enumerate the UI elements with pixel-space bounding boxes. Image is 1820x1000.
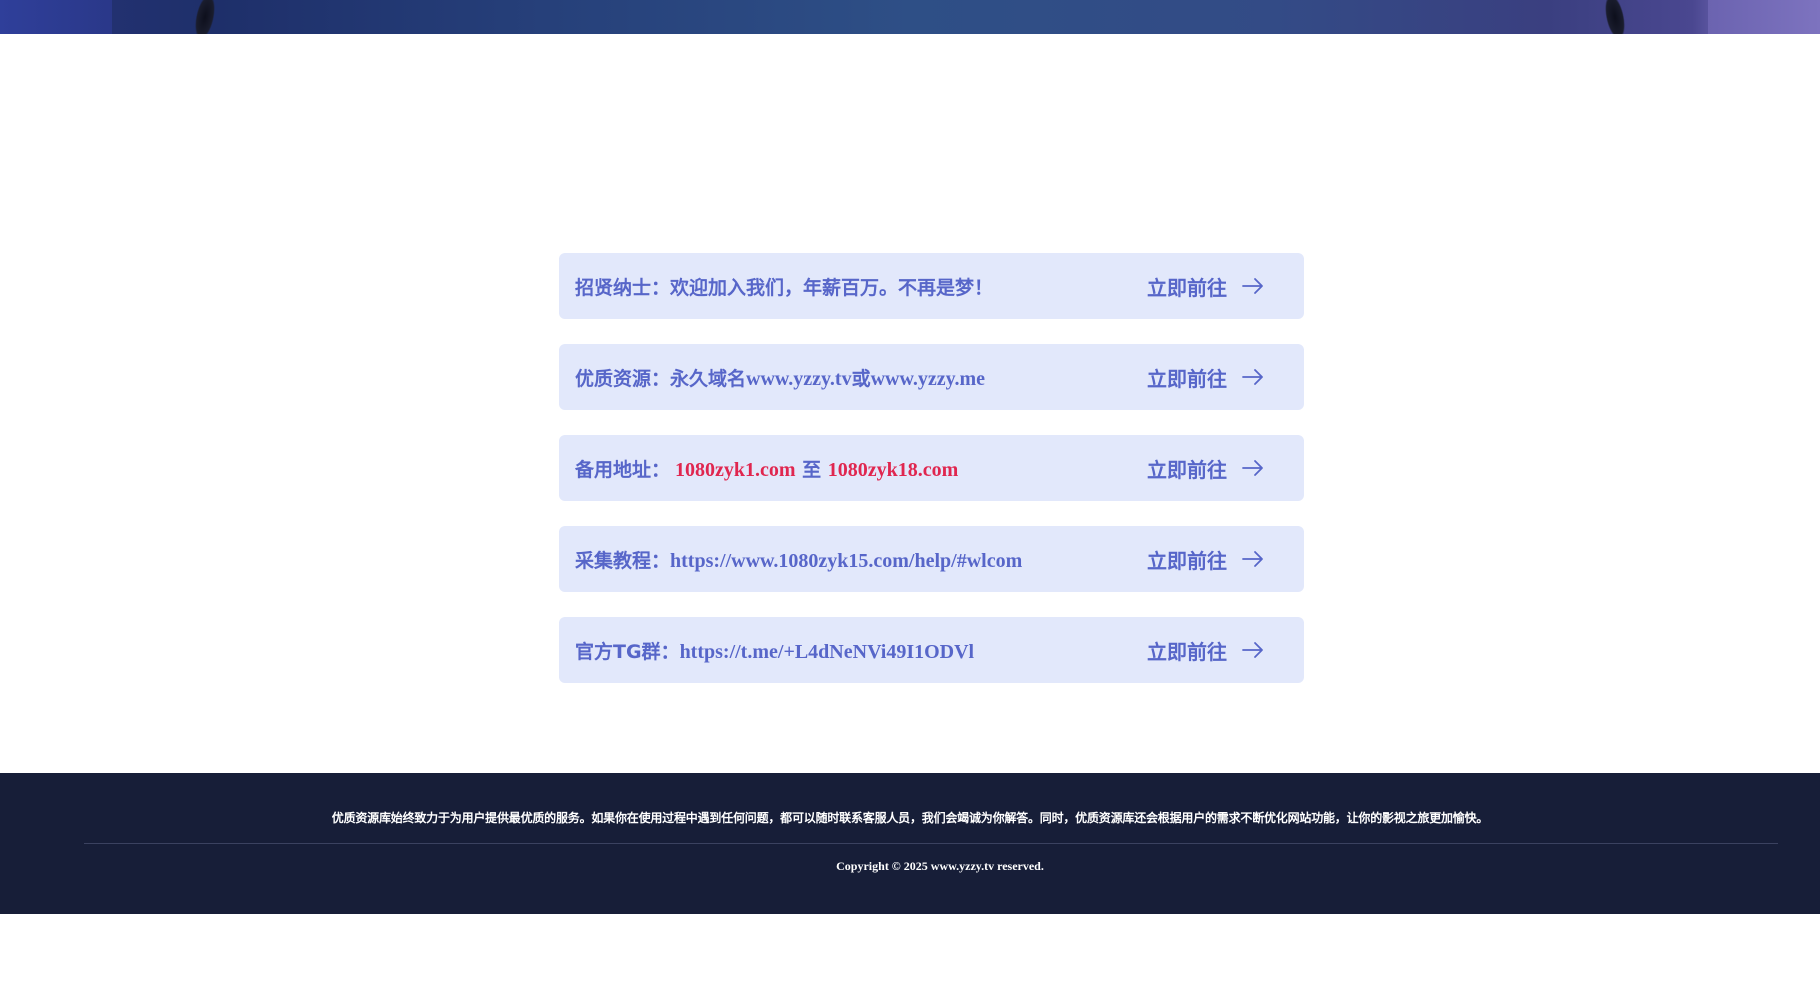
link-card-tutorial[interactable]: 采集教程： https://www.1080zyk15.com/help/#wl… [559, 526, 1304, 592]
go-label: 立即前往 [1147, 639, 1227, 664]
go-label: 立即前往 [1147, 457, 1227, 482]
link-label: 招贤纳士： [575, 276, 671, 299]
link-value: 永久域名 [670, 367, 747, 390]
backup-link[interactable]: 1080zyk18.com [828, 459, 959, 482]
go-button[interactable]: 立即前往 [1147, 526, 1265, 592]
link-value: 欢迎加入我们，年薪百万。不再是梦！ [670, 276, 994, 299]
arrow-right-icon [1242, 369, 1263, 385]
link-label: 优质资源： [575, 367, 671, 390]
link-text: 备用地址： 1080zyk1.com 至 1080zyk18.com [575, 455, 958, 482]
link-label: 官方TG群： [575, 640, 680, 663]
top-banner [0, 0, 1820, 34]
link-value: 至 [795, 458, 828, 481]
domain-link[interactable]: www.yzzy.tv [746, 368, 852, 391]
banner-right-cap [1708, 0, 1820, 34]
banner-left-cap [0, 0, 112, 34]
go-button[interactable]: 立即前往 [1147, 617, 1265, 683]
link-text: 招贤纳士： 欢迎加入我们，年薪百万。不再是梦！ [575, 273, 993, 300]
footer-copyright: Copyright © 2025 www.yzzy.tv reserved. [836, 859, 1044, 873]
arrow-right-icon [1242, 460, 1263, 476]
link-text: 采集教程： https://www.1080zyk15.com/help/#wl… [575, 546, 1022, 573]
link-text: 官方TG群： https://t.me/+L4dNeNVi49I1ODVl [575, 637, 974, 664]
go-button[interactable]: 立即前往 [1147, 435, 1265, 501]
arrow-right-icon [1242, 642, 1263, 658]
link-card-recruitment[interactable]: 招贤纳士： 欢迎加入我们，年薪百万。不再是梦！ 立即前往 [559, 253, 1304, 319]
go-label: 立即前往 [1147, 275, 1227, 300]
arrow-right-icon [1242, 551, 1263, 567]
link-card-backup[interactable]: 备用地址： 1080zyk1.com 至 1080zyk18.com 立即前往 [559, 435, 1304, 501]
link-value: 或 [851, 367, 871, 390]
link-text: 优质资源： 永久域名 www.yzzy.tv 或 www.yzzy.me [575, 364, 985, 391]
banner-decoration-right [1601, 0, 1629, 34]
domain-link[interactable]: www.yzzy.me [871, 368, 985, 391]
backup-link[interactable]: 1080zyk1.com [670, 459, 796, 482]
go-label: 立即前往 [1147, 548, 1227, 573]
tutorial-link[interactable]: https://www.1080zyk15.com/help/#wlcom [670, 550, 1022, 573]
link-label: 采集教程： [575, 549, 671, 572]
go-button[interactable]: 立即前往 [1147, 344, 1265, 410]
go-label: 立即前往 [1147, 366, 1227, 391]
links-list: 招贤纳士： 欢迎加入我们，年薪百万。不再是梦！ 立即前往 优质资源： 永久域名 … [559, 253, 1304, 708]
link-card-telegram[interactable]: 官方TG群： https://t.me/+L4dNeNVi49I1ODVl 立即… [559, 617, 1304, 683]
go-button[interactable]: 立即前往 [1147, 253, 1265, 319]
footer-description: 优质资源库始终致力于为用户提供最优质的服务。如果你在使用过程中遇到任何问题，都可… [331, 811, 1489, 825]
footer-divider [84, 843, 1778, 844]
arrow-right-icon [1242, 278, 1263, 294]
telegram-link[interactable]: https://t.me/+L4dNeNVi49I1ODVl [680, 641, 975, 664]
link-label: 备用地址： [575, 458, 671, 481]
banner-decoration-left [191, 0, 219, 34]
footer: 优质资源库始终致力于为用户提供最优质的服务。如果你在使用过程中遇到任何问题，都可… [0, 773, 1820, 914]
page: 招贤纳士： 欢迎加入我们，年薪百万。不再是梦！ 立即前往 优质资源： 永久域名 … [0, 0, 1820, 1000]
link-card-domain[interactable]: 优质资源： 永久域名 www.yzzy.tv 或 www.yzzy.me 立即前… [559, 344, 1304, 410]
